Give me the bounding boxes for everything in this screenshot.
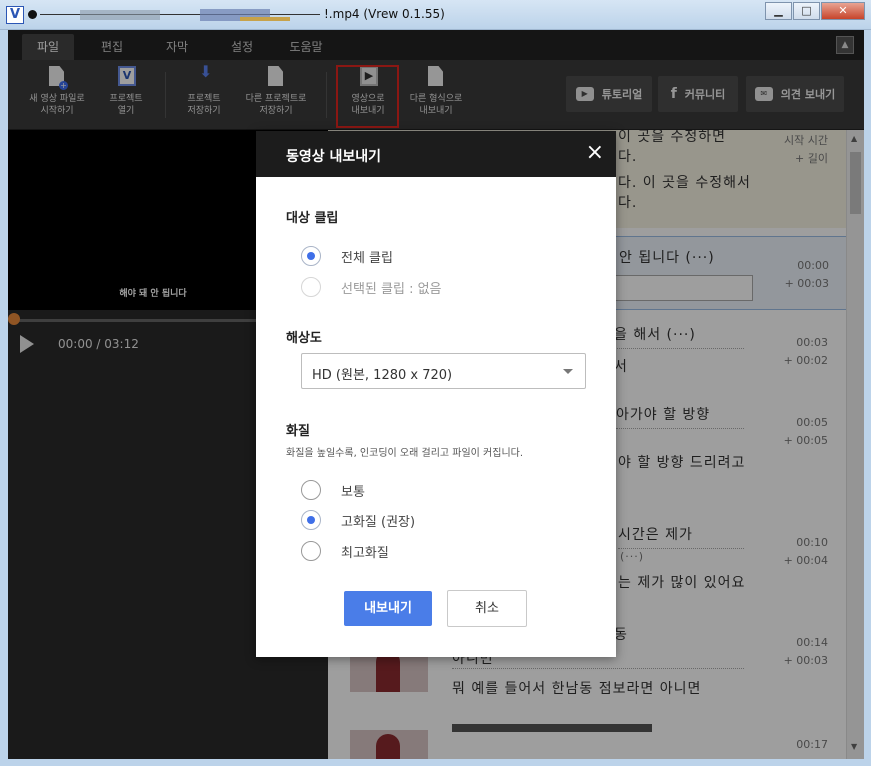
- maximize-icon[interactable]: □: [793, 2, 820, 20]
- chevron-down-icon: [563, 369, 573, 374]
- radio-quality-high[interactable]: [301, 510, 321, 530]
- dialog-header: 동영상 내보내기 ×: [256, 131, 616, 177]
- app-logo-icon: V: [6, 6, 24, 24]
- close-icon[interactable]: ×: [586, 141, 604, 165]
- minimize-icon[interactable]: ▁: [765, 2, 792, 20]
- window-title: !.mp4 (Vrew 0.1.55): [324, 7, 445, 21]
- resolution-select[interactable]: HD (원본, 1280 x 720): [301, 353, 586, 389]
- window-controls: ▁ □ ✕: [764, 2, 865, 20]
- quality-note: 화질을 높일수록, 인코딩이 오래 걸리고 파일이 커집니다.: [286, 448, 524, 459]
- resolution-label: 해상도: [286, 331, 322, 346]
- title-redaction: [40, 8, 320, 22]
- export-button[interactable]: 내보내기: [344, 591, 432, 626]
- dialog-title: 동영상 내보내기: [286, 149, 382, 165]
- quality-label: 화질: [286, 424, 310, 439]
- radio-quality-best-label: 최고화질: [341, 546, 389, 561]
- radio-selected-clips: [301, 277, 321, 297]
- window-titlebar: V !.mp4 (Vrew 0.1.55) ▁ □ ✕: [0, 0, 871, 30]
- radio-all-clips[interactable]: [301, 246, 321, 266]
- cancel-button[interactable]: 취소: [447, 590, 527, 627]
- radio-selected-clips-label: 선택된 클립 : 없음: [341, 282, 442, 297]
- radio-quality-normal[interactable]: [301, 480, 321, 500]
- resolution-value: HD (원본, 1280 x 720): [312, 368, 453, 383]
- title-dot: [28, 10, 37, 19]
- radio-quality-best[interactable]: [301, 541, 321, 561]
- close-window-icon[interactable]: ✕: [821, 2, 865, 20]
- target-clip-label: 대상 클립: [286, 211, 339, 226]
- export-video-dialog: 동영상 내보내기 × 대상 클립 전체 클립 선택된 클립 : 없음 해상도 H…: [256, 131, 616, 657]
- radio-quality-high-label: 고화질 (권장): [341, 515, 416, 530]
- radio-quality-normal-label: 보통: [341, 485, 365, 500]
- radio-all-clips-label: 전체 클립: [341, 251, 393, 266]
